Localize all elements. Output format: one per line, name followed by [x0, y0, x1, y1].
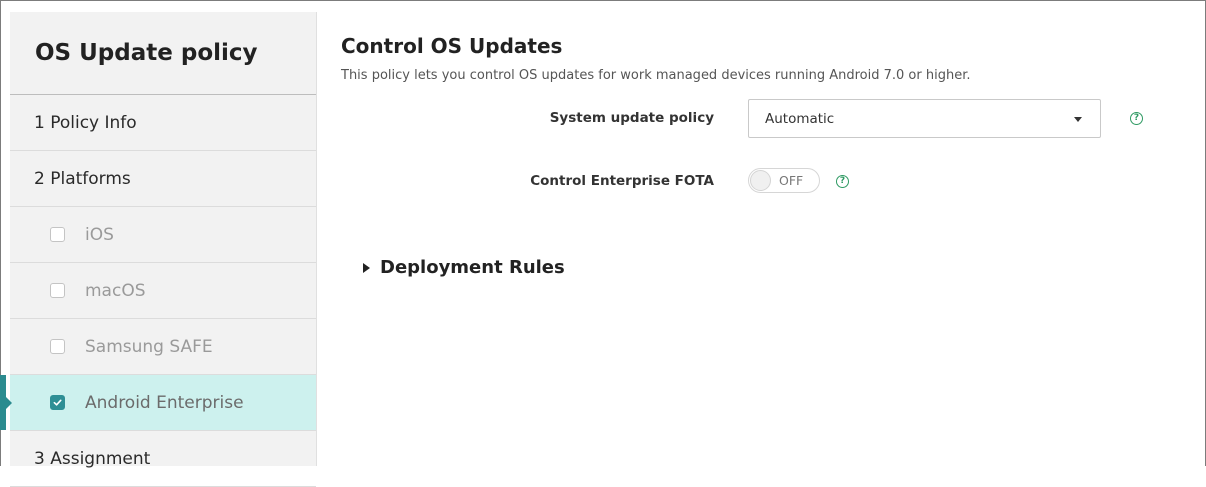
sidebar-item-label: iOS [85, 224, 114, 245]
toggle-state: OFF [779, 173, 804, 188]
checkmark-icon [53, 399, 62, 406]
toggle-knob [750, 170, 771, 191]
active-item-arrow-icon [6, 397, 12, 409]
sidebar-item-ios[interactable]: iOS [10, 207, 316, 263]
sidebar-item-policy-info[interactable]: 1 Policy Info [10, 95, 316, 151]
macos-checkbox[interactable] [50, 283, 65, 298]
page-description: This policy lets you control OS updates … [341, 68, 971, 83]
sidebar-item-label: Android Enterprise [85, 392, 244, 413]
control-enterprise-fota-label: Control Enterprise FOTA [530, 173, 714, 189]
caret-down-icon [1074, 117, 1082, 122]
sidebar-item-label: 1 Policy Info [34, 112, 137, 133]
android-enterprise-checkbox[interactable] [50, 395, 65, 410]
sidebar-title: OS Update policy [10, 12, 316, 95]
policy-sidebar: OS Update policy 1 Policy Info 2 Platfor… [0, 12, 317, 487]
help-icon[interactable]: ? [836, 175, 849, 188]
sidebar-item-label: macOS [85, 280, 146, 301]
sidebar-item-macos[interactable]: macOS [10, 263, 316, 319]
sidebar-item-samsung-safe[interactable]: Samsung SAFE [10, 319, 316, 375]
control-enterprise-fota-toggle[interactable]: OFF [748, 168, 820, 193]
sidebar-item-label: 2 Platforms [34, 168, 131, 189]
help-icon[interactable]: ? [1130, 112, 1143, 125]
system-update-policy-label: System update policy [549, 110, 714, 126]
sidebar-item-label: Samsung SAFE [85, 336, 213, 357]
system-update-policy-select[interactable]: Automatic [748, 99, 1101, 138]
deployment-rules-toggle[interactable]: Deployment Rules [363, 257, 565, 278]
sidebar-item-android-enterprise[interactable]: Android Enterprise [0, 375, 316, 431]
sidebar-item-assignment[interactable]: 3 Assignment [10, 431, 316, 487]
samsung-safe-checkbox[interactable] [50, 339, 65, 354]
sidebar-item-platforms[interactable]: 2 Platforms [10, 151, 316, 207]
page-title: Control OS Updates [341, 34, 563, 58]
select-value: Automatic [765, 110, 835, 127]
ios-checkbox[interactable] [50, 227, 65, 242]
deployment-rules-label: Deployment Rules [380, 257, 565, 278]
triangle-right-icon [363, 262, 370, 273]
window-frame-top [0, 0, 1206, 1]
